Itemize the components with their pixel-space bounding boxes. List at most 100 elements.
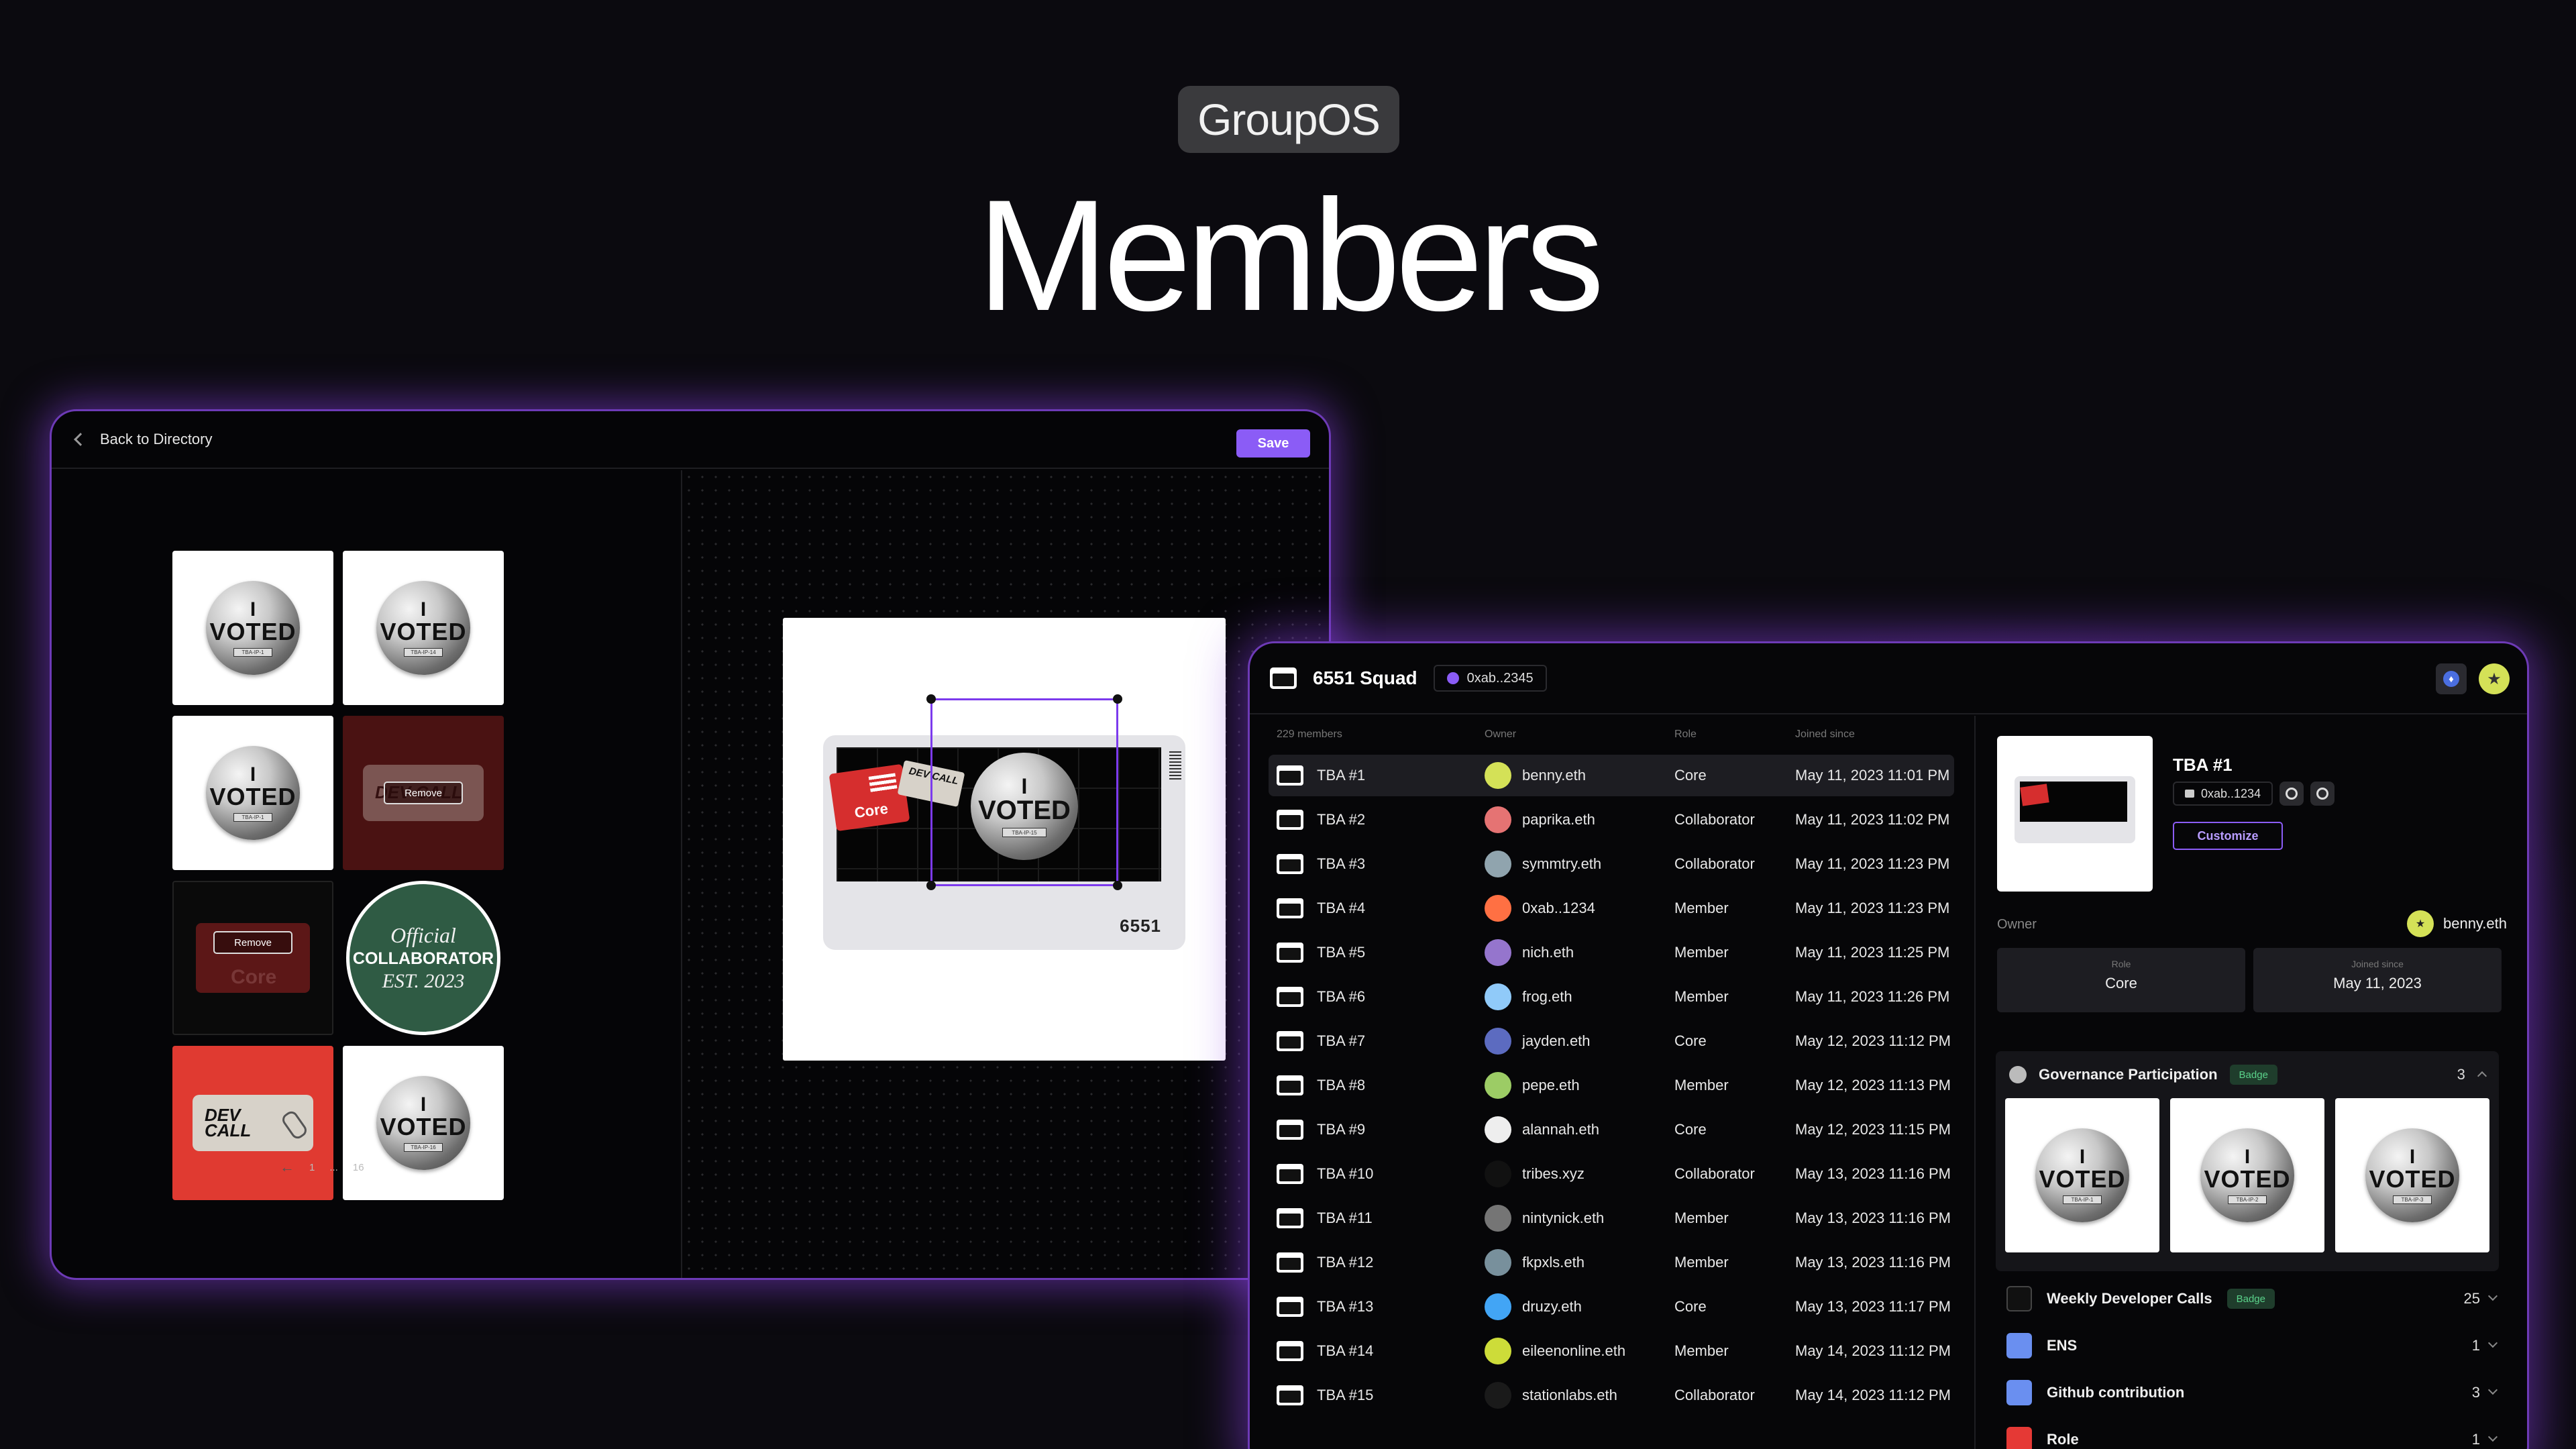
owner-name: paprika.eth (1522, 811, 1595, 828)
table-row[interactable]: TBA #2 paprika.eth Collaborator May 11, 202… (1250, 798, 1974, 842)
resize-handle[interactable] (926, 694, 936, 704)
resize-handle[interactable] (1113, 881, 1122, 890)
chevron-down-icon (2487, 1432, 2498, 1442)
owner-avatar (1485, 1249, 1511, 1276)
voted-badge-tile[interactable]: I VOTED TBA-IP-1 (172, 551, 333, 705)
joined-stat-label: Joined since (2351, 959, 2404, 969)
joined-cell: May 14, 2023 11:12 PM (1795, 1387, 1951, 1403)
table-row[interactable]: TBA #10 tribes.xyz Collaborator May 13, 202… (1250, 1152, 1974, 1196)
voted-i: I (250, 763, 256, 786)
tba-name: TBA #4 (1317, 900, 1366, 916)
settings-icon[interactable] (2310, 782, 2335, 806)
customize-button[interactable]: Customize (2173, 822, 2283, 850)
user-avatar[interactable]: ★ (2479, 663, 2510, 694)
voted-badge-tile[interactable]: I VOTED TBA-IP-16 (343, 1046, 504, 1200)
weekly-developer-calls-row[interactable]: Weekly Developer Calls Badge 25 (2006, 1282, 2498, 1316)
table-row[interactable]: TBA #13 druzy.eth Core May 13, 2023 11:17 P… (1250, 1285, 1974, 1329)
table-row[interactable]: TBA #1 benny.eth Core May 11, 2023 11:01 PM (1250, 753, 1974, 798)
header-owner: Owner (1485, 729, 1517, 740)
table-row[interactable]: TBA #8 pepe.eth Member May 12, 2023 11:13 P… (1250, 1063, 1974, 1108)
table-row[interactable]: TBA #7 jayden.eth Core May 12, 2023 11:12 P… (1250, 1019, 1974, 1063)
owner-avatar (1485, 1382, 1511, 1409)
voted-badge-tile[interactable]: I VOTED TBA-IP-1 (172, 716, 333, 870)
dev-call-text: DEV CALL (205, 1104, 252, 1140)
detail-address-row: 0xab..1234 (2173, 782, 2335, 806)
github-contribution-row[interactable]: Github contribution 3 (2006, 1376, 2498, 1409)
table-row[interactable]: TBA #11 nintynick.eth Member May 13, 2023 1… (1250, 1196, 1974, 1240)
page-16[interactable]: 16 (353, 1162, 364, 1173)
resize-handle[interactable] (926, 881, 936, 890)
selection-box[interactable] (926, 694, 1122, 890)
dev-call-badge-tile[interactable]: DEV CALL (172, 1046, 333, 1200)
owner-cell: nintynick.eth (1485, 1205, 1674, 1232)
core-text: Core (231, 966, 277, 988)
owner-cell: tribes.xyz (1485, 1161, 1674, 1187)
table-row[interactable]: TBA #3 symmtry.eth Collaborator May 11, 202… (1250, 842, 1974, 886)
voted-tag: TBA-IP-3 (2393, 1195, 2432, 1204)
voted-word: VOTED (2039, 1165, 2126, 1193)
network-button[interactable]: ♦ (2436, 663, 2467, 694)
squad-address: 0xab..2345 (1466, 670, 1534, 686)
voted-badge-tile[interactable]: I VOTED TBA-IP-3 (2335, 1098, 2489, 1252)
table-row[interactable]: TBA #15 stationlabs.eth Collaborator May 14… (1250, 1373, 1974, 1417)
squad-address-chip[interactable]: 0xab..2345 (1433, 665, 1547, 692)
folder-icon (1277, 1252, 1303, 1273)
prev-page-button[interactable]: ← (280, 1159, 294, 1176)
folder-icon (1277, 1120, 1303, 1140)
resize-handle[interactable] (1113, 694, 1122, 704)
owner-value[interactable]: ★ benny.eth (2406, 910, 2507, 937)
ens-row[interactable]: ENS 1 (2006, 1329, 2498, 1362)
tba-name: TBA #11 (1317, 1210, 1373, 1226)
role-stat-label: Role (2111, 959, 2131, 969)
table-row[interactable]: TBA #5 nich.eth Member May 11, 2023 11:25 P… (1250, 930, 1974, 975)
chevron-up-icon[interactable] (2477, 1071, 2487, 1081)
owner-cell: symmtry.eth (1485, 851, 1674, 877)
dev-call-badge-tile-selected[interactable]: DEV CALL Remove (343, 716, 504, 870)
table-row[interactable]: TBA #4 0xab..1234 Member May 11, 2023 11:23… (1250, 886, 1974, 930)
joined-cell: May 13, 2023 11:16 PM (1795, 1254, 1951, 1271)
voted-badge-tile[interactable]: I VOTED TBA-IP-14 (343, 551, 504, 705)
members-table: 229 members Owner Role Joined since TBA … (1250, 716, 1976, 1449)
role-cell: Core (1674, 1121, 1707, 1138)
item-count: 1 (2471, 1431, 2480, 1448)
folder-icon (1277, 854, 1303, 874)
owner-avatar: ★ (2406, 910, 2434, 937)
tba-cell: TBA #11 (1277, 1208, 1485, 1228)
address-icon (1446, 672, 1459, 684)
core-badge-tile-selected[interactable]: Core Remove (172, 881, 333, 1035)
table-row[interactable]: TBA #6 frog.eth Member May 11, 2023 11:26 P… (1250, 975, 1974, 1019)
design-canvas[interactable]: Core DEV CALL I VOTED TBA-IP-15 6551 (682, 470, 1329, 1278)
save-button[interactable]: Save (1236, 429, 1310, 458)
item-count-row: 25 (2464, 1290, 2498, 1307)
table-row[interactable]: TBA #12 fkpxls.eth Member May 13, 2023 11:1… (1250, 1240, 1974, 1285)
item-title: Weekly Developer Calls (2047, 1290, 2212, 1307)
table-row[interactable]: TBA #9 alannah.eth Core May 12, 2023 11:15 … (1250, 1108, 1974, 1152)
back-to-directory-link[interactable]: Back to Directory (74, 431, 213, 448)
owner-name: fkpxls.eth (1522, 1254, 1585, 1271)
remove-button[interactable]: Remove (213, 931, 292, 954)
owner-cell: frog.eth (1485, 983, 1674, 1010)
detail-address-chip[interactable]: 0xab..1234 (2173, 782, 2273, 806)
download-icon[interactable] (2279, 782, 2304, 806)
tba-name: TBA #12 (1317, 1254, 1374, 1271)
remove-button[interactable]: Remove (384, 782, 463, 804)
voted-badge-tile[interactable]: I VOTED TBA-IP-1 (2005, 1098, 2159, 1252)
next-page-button[interactable]: → (379, 1159, 394, 1176)
joined-cell: May 12, 2023 11:13 PM (1795, 1077, 1951, 1093)
folder-icon (1277, 1385, 1303, 1405)
table-body: TBA #1 benny.eth Core May 11, 2023 11:01 PM… (1250, 753, 1974, 1417)
page-1[interactable]: 1 (309, 1162, 315, 1173)
role-cell: Core (1674, 1298, 1707, 1315)
role-row[interactable]: Role 1 (2006, 1423, 2498, 1449)
voted-i: I (420, 1093, 427, 1116)
governance-header[interactable]: Governance Participation Badge 3 (1996, 1051, 2499, 1098)
collaborator-badge-tile[interactable]: Official COLLABORATOR EST. 2023 (343, 881, 504, 1035)
joined-cell: May 13, 2023 11:16 PM (1795, 1165, 1951, 1182)
tba-name: TBA #3 (1317, 855, 1366, 872)
owner-avatar (1485, 851, 1511, 877)
voted-badge-tile[interactable]: I VOTED TBA-IP-2 (2170, 1098, 2324, 1252)
governance-count-row: 3 (2457, 1066, 2487, 1083)
joined-cell: May 12, 2023 11:12 PM (1795, 1032, 1951, 1049)
core-sticker[interactable]: Core (828, 763, 910, 832)
table-row[interactable]: TBA #14 eileenonline.eth Member May 14, 202… (1250, 1329, 1974, 1373)
